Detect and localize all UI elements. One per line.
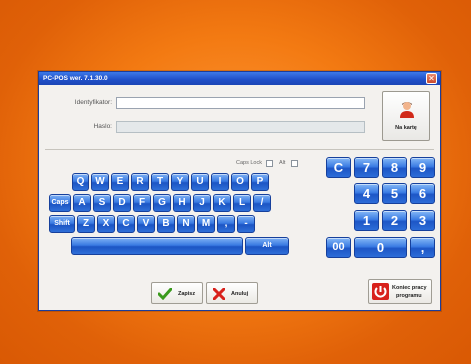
- key-i[interactable]: I: [211, 173, 229, 191]
- alt-label: Alt: [279, 160, 286, 166]
- key-u[interactable]: U: [191, 173, 209, 191]
- key-l[interactable]: L: [233, 194, 251, 212]
- key-space[interactable]: [71, 237, 243, 255]
- identyfikator-input[interactable]: [116, 97, 365, 109]
- key-v[interactable]: V: [137, 215, 155, 233]
- identyfikator-row: Identyfikator:: [39, 97, 440, 109]
- numpad-1[interactable]: 1: [354, 210, 379, 231]
- numpad-3[interactable]: 3: [410, 210, 435, 231]
- card-login-button[interactable]: Na kartę: [382, 91, 430, 141]
- key-m[interactable]: M: [197, 215, 215, 233]
- numpad-clear[interactable]: C: [326, 157, 351, 178]
- close-button[interactable]: ✕: [426, 73, 437, 84]
- key-slash[interactable]: /: [253, 194, 271, 212]
- key-d[interactable]: D: [113, 194, 131, 212]
- key-t[interactable]: T: [151, 173, 169, 191]
- title-bar: PC-POS wer. 7.1.30.0 ✕: [39, 72, 440, 85]
- key-h[interactable]: H: [173, 194, 191, 212]
- key-f[interactable]: F: [133, 194, 151, 212]
- exit-label-line1: Koniec pracy: [392, 285, 427, 291]
- key-b[interactable]: B: [157, 215, 175, 233]
- key-p[interactable]: P: [251, 173, 269, 191]
- window-title: PC-POS wer. 7.1.30.0: [43, 75, 108, 82]
- exit-program-button[interactable]: Koniec pracy programu: [368, 279, 432, 304]
- identyfikator-label: Identyfikator:: [74, 99, 112, 106]
- numpad-9[interactable]: 9: [410, 157, 435, 178]
- x-icon: [213, 288, 225, 300]
- numpad-4[interactable]: 4: [354, 183, 379, 204]
- alt-checkbox[interactable]: [291, 160, 298, 167]
- numpad-6[interactable]: 6: [410, 183, 435, 204]
- key-y[interactable]: Y: [171, 173, 189, 191]
- key-a[interactable]: A: [73, 194, 91, 212]
- key-shift[interactable]: Shift: [49, 215, 75, 233]
- numpad-decimal[interactable]: ,: [410, 237, 435, 258]
- cancel-label: Anuluj: [231, 291, 249, 297]
- save-button[interactable]: Zapisz: [151, 282, 203, 304]
- login-window: PC-POS wer. 7.1.30.0 ✕ Identyfikator: Ha…: [38, 71, 441, 311]
- key-n[interactable]: N: [177, 215, 195, 233]
- key-s[interactable]: S: [93, 194, 111, 212]
- separator: [45, 149, 434, 150]
- numpad-2[interactable]: 2: [382, 210, 407, 231]
- haslo-label: Haslo:: [93, 123, 112, 130]
- key-g[interactable]: G: [153, 194, 171, 212]
- numpad-0[interactable]: 0: [354, 237, 407, 258]
- haslo-input[interactable]: [116, 121, 365, 133]
- key-e[interactable]: E: [111, 173, 129, 191]
- key-j[interactable]: J: [193, 194, 211, 212]
- key-k[interactable]: K: [213, 194, 231, 212]
- key-alt[interactable]: Alt: [245, 237, 289, 255]
- key-r[interactable]: R: [131, 173, 149, 191]
- key-o[interactable]: O: [231, 173, 249, 191]
- key-c[interactable]: C: [117, 215, 135, 233]
- key-minus[interactable]: -: [237, 215, 255, 233]
- key-caps[interactable]: Caps: [49, 194, 71, 212]
- caps-lock-checkbox[interactable]: [266, 160, 273, 167]
- save-label: Zapisz: [178, 291, 196, 297]
- check-icon: [158, 288, 172, 300]
- key-q[interactable]: Q: [72, 173, 89, 191]
- caps-lock-label: Caps Lock: [236, 160, 262, 166]
- key-w[interactable]: W: [91, 173, 109, 191]
- card-login-label: Na kartę: [395, 125, 417, 131]
- cancel-button[interactable]: Anuluj: [206, 282, 258, 304]
- key-x[interactable]: X: [97, 215, 115, 233]
- numpad-7[interactable]: 7: [354, 157, 379, 178]
- power-icon: [372, 283, 389, 300]
- key-z[interactable]: Z: [77, 215, 95, 233]
- haslo-row: Haslo:: [39, 121, 440, 133]
- key-comma[interactable]: ,: [217, 215, 235, 233]
- exit-label-line2: programu: [396, 293, 422, 299]
- numpad-8[interactable]: 8: [382, 157, 407, 178]
- numpad-00[interactable]: 00: [326, 237, 351, 258]
- numpad-5[interactable]: 5: [382, 183, 407, 204]
- user-icon: [400, 102, 414, 118]
